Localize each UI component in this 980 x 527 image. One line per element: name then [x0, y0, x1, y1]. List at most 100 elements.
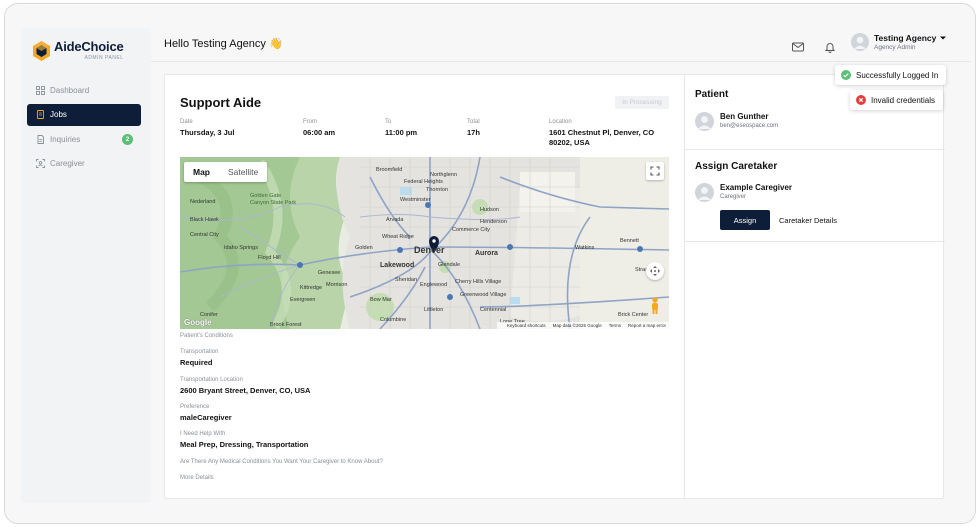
map-label: Bennett — [620, 238, 639, 244]
sidebar-item-label: Jobs — [50, 110, 67, 119]
map-label: Glendale — [438, 262, 461, 268]
toast-success-text: Successfully Logged In — [856, 70, 939, 80]
map-footer-link[interactable]: Report a map error — [628, 323, 666, 328]
map-tab-satellite[interactable]: Satellite — [219, 162, 267, 182]
detail-label: I Need Help With — [180, 431, 226, 437]
sidebar-nav: Dashboard Jobs Inquiries 2 Caregiver — [27, 79, 141, 177]
brand-logo[interactable]: AideChoice ADMIN PANEL — [33, 40, 124, 61]
patient-info[interactable]: Ben Gunther ben@eseospace.com — [695, 112, 778, 131]
map-label: Columbine — [380, 317, 407, 323]
patient-avatar — [695, 112, 714, 131]
field-label: To — [385, 119, 392, 125]
map-label: Bow Mar — [370, 297, 392, 303]
map-footer-text: Map data ©2025 Google — [552, 323, 602, 328]
detail-value: Required — [180, 358, 213, 367]
map-footer-link[interactable]: Keyboard shortcuts — [507, 323, 546, 328]
app-window: AideChoice ADMIN PANEL Dashboard Jobs In… — [4, 3, 976, 524]
map-label: Cherry Hills Village — [455, 279, 502, 285]
patient-email: ben@eseospace.com — [720, 123, 779, 129]
move-arrows-icon — [650, 266, 660, 276]
brand-subtitle: ADMIN PANEL — [84, 55, 124, 61]
hexagon-logo-icon — [33, 40, 50, 61]
fullscreen-icon — [650, 166, 660, 176]
map-label: Greenwood Village — [460, 292, 507, 298]
map-label: Littleton — [424, 307, 444, 313]
map-label: Kittredge — [300, 285, 323, 291]
patient-name: Ben Gunther — [720, 112, 769, 121]
detail-value: Meal Prep, Dressing, Transportation — [180, 440, 309, 449]
map-label: Idaho Springs — [224, 245, 258, 251]
toast-error[interactable]: Invalid credentials — [850, 90, 944, 110]
detail-label: More Details — [180, 475, 214, 481]
map-label: Englewood — [420, 282, 448, 288]
bell-icon[interactable] — [823, 40, 837, 54]
detail-label: Patient's Conditions — [180, 333, 233, 339]
job-details-card: Support Aide In Processing Date Thursday… — [164, 74, 945, 499]
document-icon — [37, 110, 44, 119]
map-label: Brick Center — [618, 312, 649, 318]
caretaker-details-link[interactable]: Caretaker Details — [779, 216, 837, 225]
map-label: Westminster — [400, 197, 431, 203]
detail-transportation: Transportation Required — [180, 349, 480, 367]
field-location: Location 1601 Chestnut Pl, Denver, CO 80… — [549, 119, 659, 148]
sidebar-item-dashboard[interactable]: Dashboard — [27, 79, 141, 101]
chevron-down-icon — [940, 36, 947, 40]
map-label: Golden Gate Canyon State Park — [250, 193, 297, 206]
google-watermark: Google — [184, 318, 212, 327]
user-menu[interactable]: Testing Agency Agency Admin — [851, 33, 947, 51]
map-label: Lakewood — [380, 262, 415, 269]
map-label: Arvada — [386, 217, 404, 223]
sidebar-item-jobs[interactable]: Jobs — [27, 103, 141, 126]
detail-label: Preference — [180, 404, 210, 410]
caretaker-info[interactable]: Example Caregiver Caregiver — [695, 183, 792, 202]
caretaker-avatar — [695, 183, 714, 202]
location-map[interactable]: Golden Gate Canyon State Park Idaho Spri… — [180, 157, 669, 329]
patient-section-title: Patient — [695, 89, 729, 100]
column-divider — [684, 75, 685, 498]
brand-name: AideChoice — [54, 39, 124, 54]
caretaker-name: Example Caregiver — [720, 183, 793, 192]
header-divider — [151, 61, 971, 62]
pegman-icon — [652, 297, 658, 314]
toast-success[interactable]: Successfully Logged In — [835, 65, 947, 85]
error-circle-icon — [856, 95, 866, 105]
mail-icon[interactable] — [791, 40, 805, 54]
sidebar-item-caregiver[interactable]: Caregiver — [27, 153, 141, 175]
map-label: Thornton — [426, 187, 449, 193]
sidebar-item-inquiries[interactable]: Inquiries 2 — [27, 128, 141, 150]
detail-preference: Preference maleCaregiver — [180, 404, 480, 422]
map-pan-control[interactable] — [646, 262, 664, 280]
assign-button[interactable]: Assign — [720, 210, 770, 230]
detail-patient-conditions: Patient's Conditions — [180, 333, 480, 339]
sidebar: AideChoice ADMIN PANEL Dashboard Jobs In… — [21, 28, 151, 503]
detail-label: Are There Any Medical Conditions You Wan… — [180, 459, 383, 465]
map-label: Centennial — [480, 307, 507, 313]
field-value: Thursday, 3 Jul — [180, 128, 235, 137]
map-label: Broomfield — [376, 167, 403, 173]
caretaker-role: Caregiver — [720, 194, 747, 200]
map-label: Evergreen — [290, 297, 316, 303]
toast-error-text: Invalid credentials — [871, 95, 936, 105]
detail-medical-conditions: Are There Any Medical Conditions You Wan… — [180, 459, 520, 465]
section-divider — [685, 149, 945, 150]
field-value: 06:00 am — [303, 128, 336, 137]
map-footer-link[interactable]: Terms — [609, 323, 621, 328]
top-header: Hello Testing Agency 👋 Testing Agency Ag… — [151, 28, 975, 68]
map-place-labels: Golden Gate Canyon State Park Idaho Spri… — [180, 157, 669, 329]
field-value: 17h — [467, 128, 480, 137]
field-to: To 11:00 pm — [385, 119, 417, 138]
grid-icon — [36, 85, 45, 95]
map-label: Black Hawk — [190, 217, 219, 223]
greeting-text: Hello Testing Agency 👋 — [164, 38, 283, 50]
user-id-icon — [36, 159, 45, 168]
field-label: From — [303, 119, 317, 125]
street-view-pegman[interactable] — [649, 297, 661, 315]
map-label: Watkins — [575, 245, 595, 251]
detail-label: Transportation — [180, 349, 219, 355]
fullscreen-button[interactable] — [646, 162, 664, 180]
detail-value: 2600 Bryant Street, Denver, CO, USA — [180, 386, 311, 395]
sidebar-item-label: Inquiries — [50, 134, 81, 144]
field-value: 11:00 pm — [385, 128, 418, 137]
map-tab-map[interactable]: Map — [184, 162, 219, 182]
user-role: Agency Admin — [874, 44, 916, 51]
